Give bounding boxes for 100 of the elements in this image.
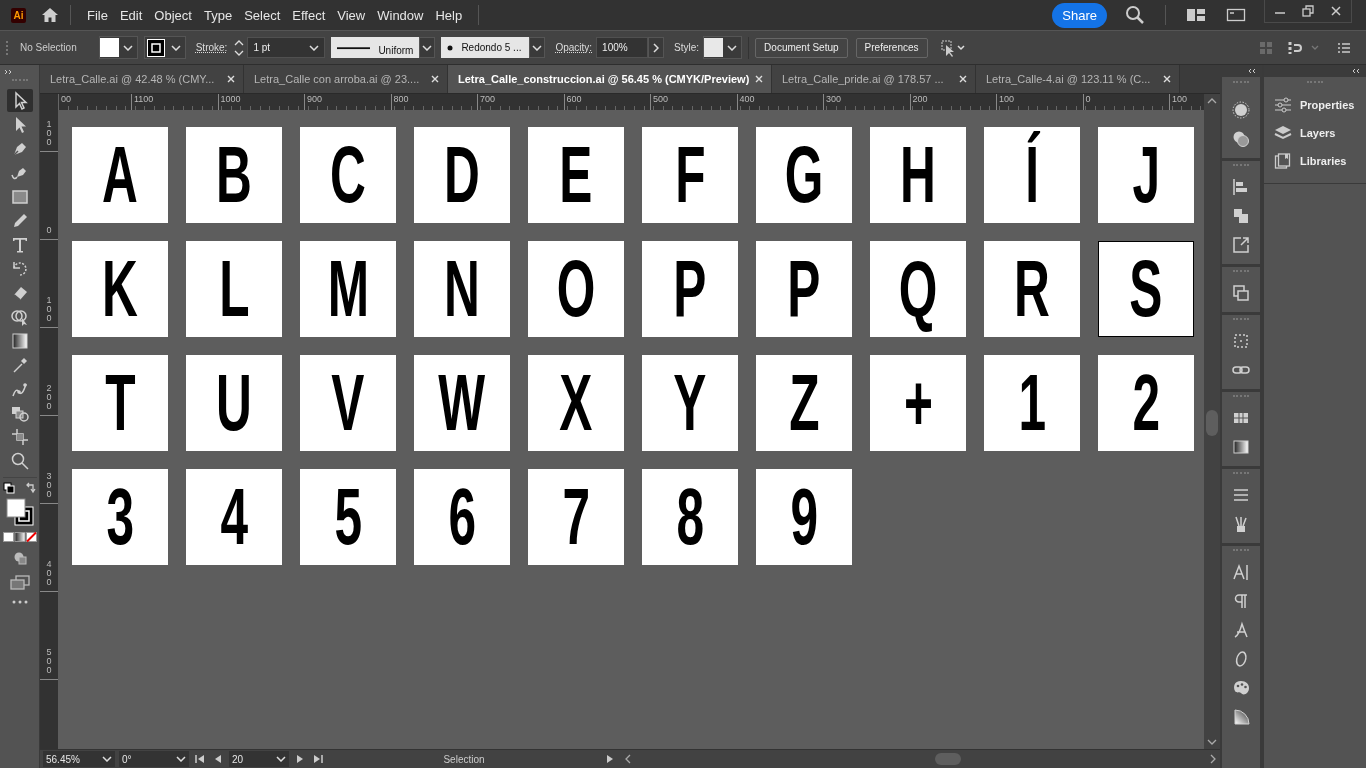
layered-squares-icon[interactable] (1231, 206, 1251, 226)
panel-tab[interactable]: Libraries (1264, 147, 1366, 175)
character-icon[interactable] (1231, 562, 1251, 582)
menu-item[interactable]: File (87, 7, 108, 23)
collapse-icon[interactable] (1246, 68, 1256, 74)
artboard[interactable]: 5 (300, 469, 396, 565)
menu-item[interactable]: Edit (119, 7, 143, 23)
artboard[interactable]: A (72, 127, 168, 223)
close-icon[interactable] (431, 75, 439, 83)
scroll-thumb[interactable] (935, 753, 961, 765)
toolbar-button[interactable]: Document Setup (755, 37, 848, 58)
artboard[interactable]: O (528, 241, 624, 337)
opacity-arrow-button[interactable] (648, 37, 665, 58)
artboard[interactable]: + (870, 355, 966, 451)
panel-tab[interactable]: Layers (1264, 119, 1366, 147)
play-icon[interactable] (605, 754, 615, 764)
document-tab[interactable]: Letra_Calle con arroba.ai @ 23.... (244, 65, 448, 93)
collapse-icon[interactable] (1350, 68, 1360, 74)
document-tab[interactable]: Letra_Calle_pride.ai @ 178.57 ... (772, 65, 976, 93)
swap-colors-icon[interactable] (24, 482, 37, 494)
artboard[interactable]: 4 (186, 469, 282, 565)
stroke-weight-field[interactable]: 1 pt (247, 37, 326, 58)
toolbar-button[interactable]: Preferences (855, 37, 928, 58)
duplicate-squares-icon[interactable] (1231, 283, 1251, 303)
scroll-down-icon[interactable] (1207, 739, 1217, 745)
overlap-circles-icon[interactable] (1231, 129, 1251, 149)
restore-icon[interactable] (1301, 4, 1315, 18)
artboard[interactable]: L (186, 241, 282, 337)
artboard[interactable]: U (186, 355, 282, 451)
more-tools-icon[interactable] (11, 600, 28, 604)
quarter-gradient-icon[interactable] (1231, 707, 1251, 727)
artboard[interactable]: H (870, 127, 966, 223)
artboard[interactable]: 8 (642, 469, 738, 565)
artboard[interactable]: N (414, 241, 510, 337)
artboard[interactable]: 9 (756, 469, 852, 565)
fill-dropdown[interactable] (98, 36, 138, 59)
first-artboard-icon[interactable] (195, 754, 205, 764)
bounding-box-icon[interactable] (1231, 331, 1251, 351)
zoom-dropdown[interactable]: 56.45% (43, 751, 115, 767)
menu-item[interactable]: Help (435, 7, 463, 23)
artboard[interactable]: V (300, 355, 396, 451)
gradient-swatch-icon[interactable] (1231, 437, 1251, 457)
last-artboard-icon[interactable] (313, 754, 323, 764)
artboard[interactable]: F (642, 127, 738, 223)
artboard[interactable]: Í (984, 127, 1080, 223)
artboard[interactable]: R (984, 241, 1080, 337)
scroll-right-icon[interactable] (1210, 754, 1216, 764)
artboard[interactable]: T (72, 355, 168, 451)
color-mode-icon[interactable] (2, 532, 37, 542)
artboard[interactable]: Q (870, 241, 966, 337)
artboard[interactable]: 2 (1098, 355, 1194, 451)
search-icon[interactable] (1125, 5, 1145, 25)
window-frame-icon[interactable] (1226, 7, 1246, 23)
close-icon[interactable] (755, 75, 763, 83)
artboard-number-dropdown[interactable]: 20 (229, 751, 289, 767)
close-icon[interactable] (959, 75, 967, 83)
menu-item[interactable]: Window (377, 7, 424, 23)
scroll-thumb[interactable] (1206, 410, 1218, 436)
collapse-icon[interactable] (4, 69, 14, 75)
artboard[interactable]: B (186, 127, 282, 223)
stroke-dropdown[interactable] (143, 36, 186, 59)
menu-item[interactable]: Type (203, 7, 233, 23)
menu-item[interactable]: Object (154, 7, 192, 23)
document-tab[interactable]: Letra_Calle_construccion.ai @ 56.45 % (CMYK/Preview) (448, 65, 772, 93)
artboard[interactable]: 6 (414, 469, 510, 565)
sun-icon[interactable] (1231, 100, 1251, 120)
style-dropdown[interactable] (703, 36, 743, 59)
artboard[interactable]: P (756, 241, 852, 337)
close-icon[interactable] (227, 75, 235, 83)
artboard[interactable]: 1 (984, 355, 1080, 451)
share-button[interactable]: Share (1052, 2, 1107, 28)
artboard[interactable]: X (528, 355, 624, 451)
fill-stroke-swatches-icon[interactable] (5, 498, 34, 526)
default-colors-icon[interactable] (2, 482, 15, 494)
document-tab[interactable]: Letra_Calle-4.ai @ 123.11 % (C... (976, 65, 1180, 93)
brush-dropdown[interactable]: Redondo 5 ... (441, 37, 530, 58)
export-box-icon[interactable] (1231, 235, 1251, 255)
dropdown-toggle[interactable] (529, 37, 546, 58)
stroke-profile-dropdown[interactable]: Uniform (331, 37, 420, 58)
opacity-field[interactable]: 100% (596, 37, 649, 58)
artboard[interactable]: G (756, 127, 852, 223)
artboard[interactable]: Z (756, 355, 852, 451)
artboard[interactable]: J (1098, 127, 1194, 223)
artboard[interactable]: Y (642, 355, 738, 451)
previous-artboard-icon[interactable] (213, 754, 223, 764)
artboard[interactable]: C (300, 127, 396, 223)
home-icon[interactable] (40, 5, 60, 25)
artboard[interactable]: 7 (528, 469, 624, 565)
scroll-up-icon[interactable] (1207, 98, 1217, 104)
dropdown-toggle[interactable] (419, 37, 436, 58)
close-icon[interactable] (1329, 4, 1343, 18)
workspace-layout-icon[interactable] (1186, 7, 1206, 23)
screen-mode-icon[interactable] (9, 575, 30, 591)
artboard[interactable]: P (642, 241, 738, 337)
vertical-scrollbar[interactable] (1204, 94, 1220, 749)
close-icon[interactable] (1163, 75, 1171, 83)
document-tab[interactable]: Letra_Calle.ai @ 42.48 % (CMY... (40, 65, 244, 93)
menu-item[interactable]: Select (244, 7, 281, 23)
artboard[interactable]: 3 (72, 469, 168, 565)
selection-arrow-tool[interactable] (6, 89, 33, 112)
